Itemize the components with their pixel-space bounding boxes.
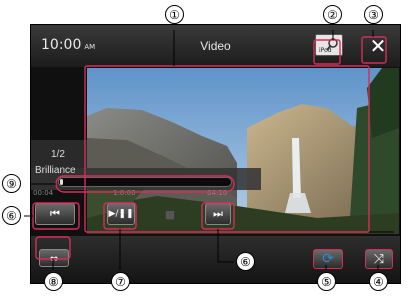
next-highlight [201, 202, 235, 230]
close-highlight [361, 36, 387, 64]
callout-2: ② [323, 5, 342, 24]
callout-8: ⑧ [44, 272, 63, 291]
callout-7: ⑦ [111, 272, 130, 291]
callout-6-left: ⑥ [2, 206, 21, 225]
callout-6-right: ⑥ [236, 252, 255, 271]
prev-highlight [32, 202, 80, 230]
callout-9: ⑨ [2, 174, 21, 193]
callout-1: ① [165, 5, 184, 24]
seek-highlight [55, 175, 235, 193]
screen-mode-highlight [35, 236, 71, 260]
play-highlight [103, 202, 137, 230]
callout-5: ⑤ [317, 272, 336, 291]
video-frame-highlight [84, 65, 370, 233]
callout-overlay [24, 30, 394, 270]
source-icon-highlight [313, 39, 341, 65]
callout-3: ③ [364, 5, 383, 24]
callout-4: ④ [369, 272, 388, 291]
